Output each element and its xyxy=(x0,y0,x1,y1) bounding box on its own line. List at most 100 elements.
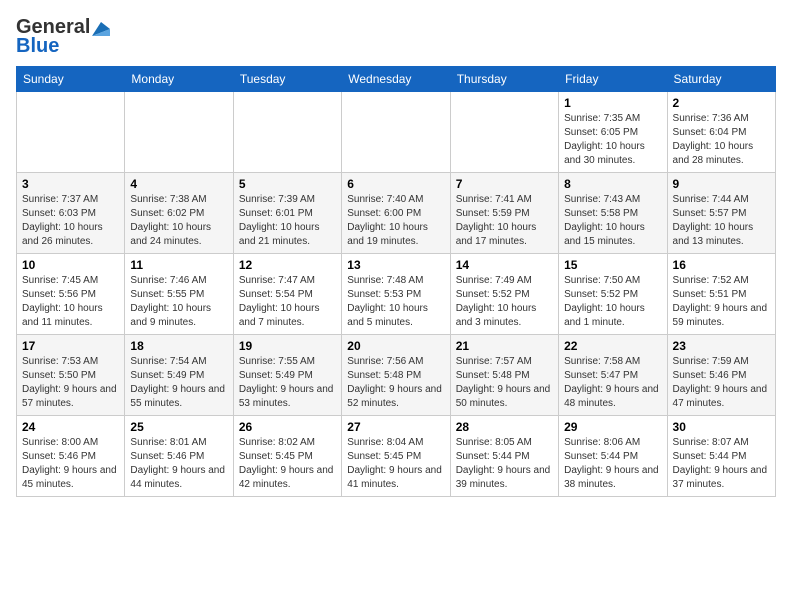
calendar-cell: 27Sunrise: 8:04 AM Sunset: 5:45 PM Dayli… xyxy=(342,416,450,497)
calendar-cell: 13 Sunrise: 7:48 AM Sunset: 5:53 PM Dayli… xyxy=(342,254,450,335)
cell-sun-info: Sunrise: 7:56 AM Sunset: 5:48 PM Dayligh… xyxy=(347,355,444,411)
calendar-cell: 9 Sunrise: 7:44 AM Sunset: 5:57 PM Daylig… xyxy=(667,173,775,254)
day-number: 14 xyxy=(456,258,553,272)
calendar-cell: 17 Sunrise: 7:53 AM Sunset: 5:50 PM Dayli… xyxy=(17,335,125,416)
calendar-cell: 3 Sunrise: 7:37 AM Sunset: 6:03 PM Daylig… xyxy=(17,173,125,254)
cell-sun-info: Sunrise: 8:05 AM Sunset: 5:44 PM Dayligh… xyxy=(456,436,553,492)
weekday-header-monday: Monday xyxy=(125,67,233,92)
calendar-cell: 23 Sunrise: 7:59 AM Sunset: 5:46 PM Dayli… xyxy=(667,335,775,416)
cell-sun-info: Sunrise: 8:00 AM Sunset: 5:46 PM Dayligh… xyxy=(22,436,119,492)
cell-sun-info: Sunrise: 7:41 AM Sunset: 5:59 PM Dayligh… xyxy=(456,193,553,249)
cell-sun-info: Sunrise: 7:44 AM Sunset: 5:57 PM Dayligh… xyxy=(673,193,770,249)
week-row-1: 1 Sunrise: 7:35 AM Sunset: 6:05 PM Daylig… xyxy=(17,92,776,173)
cell-sun-info: Sunrise: 7:54 AM Sunset: 5:49 PM Dayligh… xyxy=(130,355,227,411)
day-number: 19 xyxy=(239,339,336,353)
day-number: 8 xyxy=(564,177,661,191)
weekday-header-tuesday: Tuesday xyxy=(233,67,341,92)
cell-sun-info: Sunrise: 7:46 AM Sunset: 5:55 PM Dayligh… xyxy=(130,274,227,330)
day-number: 13 xyxy=(347,258,444,272)
calendar-cell xyxy=(233,92,341,173)
calendar-cell: 26 Sunrise: 8:02 AM Sunset: 5:45 PM Dayli… xyxy=(233,416,341,497)
day-number: 5 xyxy=(239,177,336,191)
day-number: 17 xyxy=(22,339,119,353)
calendar-cell: 18Sunrise: 7:54 AM Sunset: 5:49 PM Dayli… xyxy=(125,335,233,416)
calendar-cell: 24 Sunrise: 8:00 AM Sunset: 5:46 PM Dayli… xyxy=(17,416,125,497)
calendar-cell: 5 Sunrise: 7:39 AM Sunset: 6:01 PM Daylig… xyxy=(233,173,341,254)
cell-sun-info: Sunrise: 7:39 AM Sunset: 6:01 PM Dayligh… xyxy=(239,193,336,249)
day-number: 6 xyxy=(347,177,444,191)
calendar-cell: 11 Sunrise: 7:46 AM Sunset: 5:55 PM Dayli… xyxy=(125,254,233,335)
cell-sun-info: Sunrise: 7:37 AM Sunset: 6:03 PM Dayligh… xyxy=(22,193,119,249)
cell-sun-info: Sunrise: 8:07 AM Sunset: 5:44 PM Dayligh… xyxy=(673,436,770,492)
page-header: General Blue xyxy=(16,16,776,58)
weekday-header-saturday: Saturday xyxy=(667,67,775,92)
calendar-cell: 29 Sunrise: 8:06 AM Sunset: 5:44 PM Dayli… xyxy=(559,416,667,497)
weekday-header-friday: Friday xyxy=(559,67,667,92)
week-row-5: 24 Sunrise: 8:00 AM Sunset: 5:46 PM Dayli… xyxy=(17,416,776,497)
calendar-cell: 19 Sunrise: 7:55 AM Sunset: 5:49 PM Dayli… xyxy=(233,335,341,416)
calendar-cell: 15 Sunrise: 7:50 AM Sunset: 5:52 PM Dayli… xyxy=(559,254,667,335)
calendar-cell: 12Sunrise: 7:47 AM Sunset: 5:54 PM Dayli… xyxy=(233,254,341,335)
day-number: 20 xyxy=(347,339,444,353)
cell-sun-info: Sunrise: 7:50 AM Sunset: 5:52 PM Dayligh… xyxy=(564,274,661,330)
cell-sun-info: Sunrise: 8:02 AM Sunset: 5:45 PM Dayligh… xyxy=(239,436,336,492)
cell-sun-info: Sunrise: 7:57 AM Sunset: 5:48 PM Dayligh… xyxy=(456,355,553,411)
cell-sun-info: Sunrise: 7:59 AM Sunset: 5:46 PM Dayligh… xyxy=(673,355,770,411)
week-row-2: 3 Sunrise: 7:37 AM Sunset: 6:03 PM Daylig… xyxy=(17,173,776,254)
cell-sun-info: Sunrise: 8:06 AM Sunset: 5:44 PM Dayligh… xyxy=(564,436,661,492)
week-row-3: 10 Sunrise: 7:45 AM Sunset: 5:56 PM Dayli… xyxy=(17,254,776,335)
cell-sun-info: Sunrise: 7:48 AM Sunset: 5:53 PM Dayligh… xyxy=(347,274,444,330)
cell-sun-info: Sunrise: 8:04 AM Sunset: 5:45 PM Dayligh… xyxy=(347,436,444,492)
calendar-cell: 10 Sunrise: 7:45 AM Sunset: 5:56 PM Dayli… xyxy=(17,254,125,335)
calendar-cell xyxy=(450,92,558,173)
cell-sun-info: Sunrise: 7:43 AM Sunset: 5:58 PM Dayligh… xyxy=(564,193,661,249)
calendar-cell: 6 Sunrise: 7:40 AM Sunset: 6:00 PM Daylig… xyxy=(342,173,450,254)
calendar-cell: 16 Sunrise: 7:52 AM Sunset: 5:51 PM Dayli… xyxy=(667,254,775,335)
calendar-cell: 20 Sunrise: 7:56 AM Sunset: 5:48 PM Dayli… xyxy=(342,335,450,416)
calendar-cell: 22 Sunrise: 7:58 AM Sunset: 5:47 PM Dayli… xyxy=(559,335,667,416)
day-number: 24 xyxy=(22,420,119,434)
day-number: 26 xyxy=(239,420,336,434)
calendar-cell: 28 Sunrise: 8:05 AM Sunset: 5:44 PM Dayli… xyxy=(450,416,558,497)
day-number: 15 xyxy=(564,258,661,272)
day-number: 16 xyxy=(673,258,770,272)
day-number: 2 xyxy=(673,96,770,110)
calendar-cell: 7 Sunrise: 7:41 AM Sunset: 5:59 PM Daylig… xyxy=(450,173,558,254)
cell-sun-info: Sunrise: 7:36 AM Sunset: 6:04 PM Dayligh… xyxy=(673,112,770,168)
calendar-cell: 30Sunrise: 8:07 AM Sunset: 5:44 PM Dayli… xyxy=(667,416,775,497)
day-number: 11 xyxy=(130,258,227,272)
calendar-cell xyxy=(125,92,233,173)
calendar-cell: 14 Sunrise: 7:49 AM Sunset: 5:52 PM Dayli… xyxy=(450,254,558,335)
cell-sun-info: Sunrise: 7:38 AM Sunset: 6:02 PM Dayligh… xyxy=(130,193,227,249)
logo-icon xyxy=(92,22,110,36)
cell-sun-info: Sunrise: 7:55 AM Sunset: 5:49 PM Dayligh… xyxy=(239,355,336,411)
logo-blue: Blue xyxy=(16,35,59,58)
day-number: 9 xyxy=(673,177,770,191)
day-number: 23 xyxy=(673,339,770,353)
day-number: 28 xyxy=(456,420,553,434)
cell-sun-info: Sunrise: 7:49 AM Sunset: 5:52 PM Dayligh… xyxy=(456,274,553,330)
cell-sun-info: Sunrise: 7:58 AM Sunset: 5:47 PM Dayligh… xyxy=(564,355,661,411)
day-number: 1 xyxy=(564,96,661,110)
calendar-cell: 2 Sunrise: 7:36 AM Sunset: 6:04 PM Daylig… xyxy=(667,92,775,173)
day-number: 7 xyxy=(456,177,553,191)
weekday-header-wednesday: Wednesday xyxy=(342,67,450,92)
cell-sun-info: Sunrise: 7:45 AM Sunset: 5:56 PM Dayligh… xyxy=(22,274,119,330)
cell-sun-info: Sunrise: 7:52 AM Sunset: 5:51 PM Dayligh… xyxy=(673,274,770,330)
weekday-header-row: SundayMondayTuesdayWednesdayThursdayFrid… xyxy=(17,67,776,92)
day-number: 10 xyxy=(22,258,119,272)
day-number: 12 xyxy=(239,258,336,272)
day-number: 22 xyxy=(564,339,661,353)
cell-sun-info: Sunrise: 7:53 AM Sunset: 5:50 PM Dayligh… xyxy=(22,355,119,411)
cell-sun-info: Sunrise: 7:40 AM Sunset: 6:00 PM Dayligh… xyxy=(347,193,444,249)
day-number: 3 xyxy=(22,177,119,191)
logo: General Blue xyxy=(16,16,110,58)
calendar-cell xyxy=(17,92,125,173)
day-number: 4 xyxy=(130,177,227,191)
weekday-header-thursday: Thursday xyxy=(450,67,558,92)
cell-sun-info: Sunrise: 8:01 AM Sunset: 5:46 PM Dayligh… xyxy=(130,436,227,492)
day-number: 29 xyxy=(564,420,661,434)
cell-sun-info: Sunrise: 7:35 AM Sunset: 6:05 PM Dayligh… xyxy=(564,112,661,168)
calendar-cell: 4 Sunrise: 7:38 AM Sunset: 6:02 PM Daylig… xyxy=(125,173,233,254)
day-number: 21 xyxy=(456,339,553,353)
